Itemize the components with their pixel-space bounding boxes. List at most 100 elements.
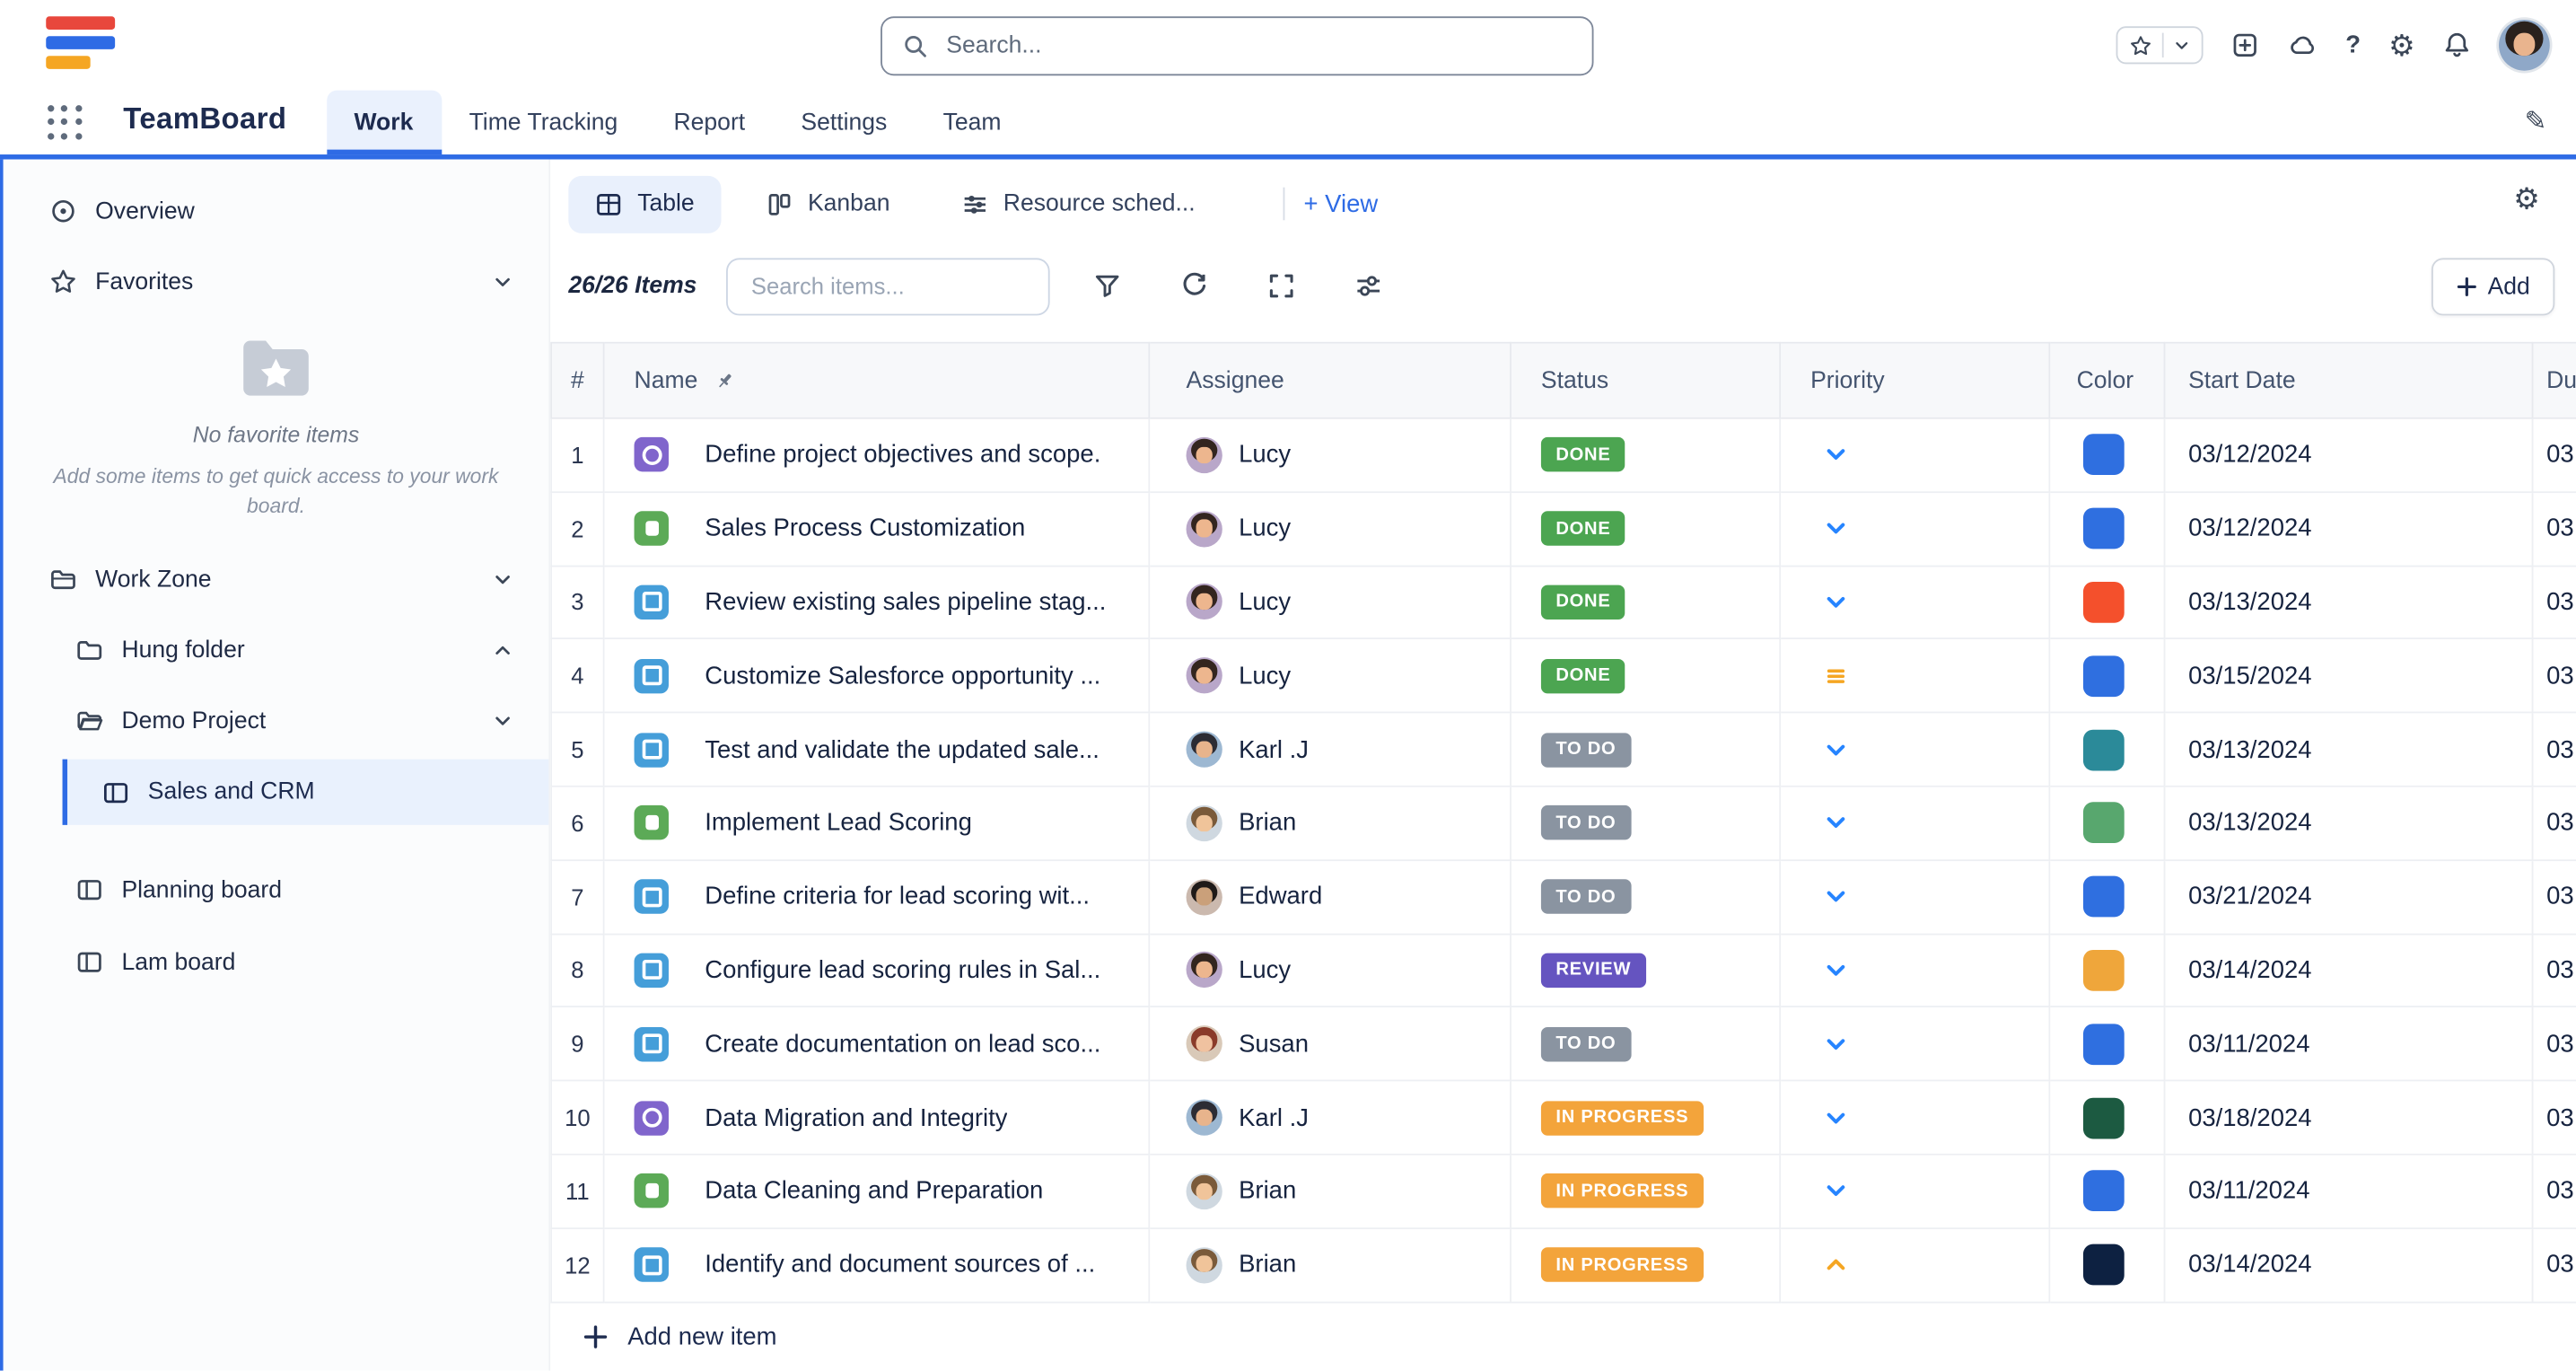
assignee-cell[interactable]: Lucy xyxy=(1150,493,1511,567)
due-date-cell[interactable]: 03 xyxy=(2533,861,2576,935)
color-cell[interactable] xyxy=(2050,935,2165,1008)
item-name-cell[interactable]: Configure lead scoring rules in Sal... xyxy=(605,935,1151,1008)
status-badge[interactable]: IN PROGRESS xyxy=(1541,1174,1704,1208)
priority-cell[interactable] xyxy=(1781,419,2050,493)
due-date-cell[interactable]: 03 xyxy=(2533,567,2576,640)
col-header-name[interactable]: Name xyxy=(605,342,1151,419)
start-date-cell[interactable]: 03/12/2024 xyxy=(2165,419,2533,493)
assignee-cell[interactable]: Brian xyxy=(1150,787,1511,861)
sidebar-item-lam-board[interactable]: Lam board xyxy=(4,934,549,991)
search-input[interactable] xyxy=(943,31,1573,61)
col-header-priority[interactable]: Priority xyxy=(1781,342,2050,419)
priority-medium-icon[interactable] xyxy=(1824,664,1848,688)
help-icon[interactable]: ? xyxy=(2345,31,2361,59)
start-date-cell[interactable]: 03/18/2024 xyxy=(2165,1082,2533,1156)
start-date-cell[interactable]: 03/11/2024 xyxy=(2165,1008,2533,1082)
priority-cell[interactable] xyxy=(1781,1008,2050,1082)
refresh-icon[interactable] xyxy=(1165,257,1224,316)
items-search[interactable] xyxy=(726,257,1050,314)
due-date-cell[interactable]: 03 xyxy=(2533,1082,2576,1156)
sidebar-item-hung-folder[interactable]: Hung folder xyxy=(4,621,549,679)
priority-cell[interactable] xyxy=(1781,935,2050,1008)
filter-icon[interactable] xyxy=(1078,257,1137,316)
assignee-cell[interactable]: Brian xyxy=(1150,1229,1511,1303)
board-settings-gear-icon[interactable]: ⚙ xyxy=(2513,182,2540,216)
status-cell[interactable]: IN PROGRESS xyxy=(1511,1156,1781,1229)
start-date-cell[interactable]: 03/11/2024 xyxy=(2165,1156,2533,1229)
apps-plus-icon[interactable] xyxy=(2230,31,2258,59)
due-date-cell[interactable]: 03 xyxy=(2533,1229,2576,1303)
table-row[interactable]: 11 Data Cleaning and Preparation Brian I… xyxy=(550,1156,2576,1229)
due-date-cell[interactable]: 03 xyxy=(2533,493,2576,567)
chevron-up-icon[interactable] xyxy=(493,640,513,660)
color-cell[interactable] xyxy=(2050,1229,2165,1303)
color-swatch[interactable] xyxy=(2083,950,2125,991)
start-date-cell[interactable]: 03/15/2024 xyxy=(2165,640,2533,714)
color-cell[interactable] xyxy=(2050,1082,2165,1156)
status-badge[interactable]: DONE xyxy=(1541,512,1625,546)
assignee-cell[interactable]: Brian xyxy=(1150,1156,1511,1229)
start-date-cell[interactable]: 03/12/2024 xyxy=(2165,493,2533,567)
due-date-cell[interactable]: 03 xyxy=(2533,1008,2576,1082)
assignee-cell[interactable]: Karl .J xyxy=(1150,1082,1511,1156)
start-date-cell[interactable]: 03/14/2024 xyxy=(2165,1229,2533,1303)
priority-chevron-down-icon[interactable] xyxy=(1824,811,1848,835)
assignee-cell[interactable]: Lucy xyxy=(1150,935,1511,1008)
status-cell[interactable]: TO DO xyxy=(1511,861,1781,935)
color-swatch[interactable] xyxy=(2083,729,2125,770)
view-tab-kanban[interactable]: Kanban xyxy=(739,175,916,233)
status-cell[interactable]: DONE xyxy=(1511,493,1781,567)
apps-grid-icon[interactable] xyxy=(48,105,82,139)
color-cell[interactable] xyxy=(2050,419,2165,493)
color-cell[interactable] xyxy=(2050,787,2165,861)
tab-settings[interactable]: Settings xyxy=(773,91,915,154)
color-cell[interactable] xyxy=(2050,714,2165,787)
item-name-cell[interactable]: Customize Salesforce opportunity ... xyxy=(605,640,1151,714)
priority-chevron-down-icon[interactable] xyxy=(1824,737,1848,761)
color-swatch[interactable] xyxy=(2083,876,2125,918)
status-cell[interactable]: TO DO xyxy=(1511,787,1781,861)
item-name-cell[interactable]: Review existing sales pipeline stag... xyxy=(605,567,1151,640)
status-cell[interactable]: REVIEW xyxy=(1511,935,1781,1008)
sidebar-item-work-zone[interactable]: Work Zone xyxy=(4,551,549,609)
item-name-cell[interactable]: Define criteria for lead scoring wit... xyxy=(605,861,1151,935)
column-settings-icon[interactable] xyxy=(1339,257,1398,316)
start-date-cell[interactable]: 03/14/2024 xyxy=(2165,935,2533,1008)
status-badge[interactable]: TO DO xyxy=(1541,733,1631,767)
color-swatch[interactable] xyxy=(2083,1097,2125,1138)
priority-cell[interactable] xyxy=(1781,1229,2050,1303)
status-badge[interactable]: TO DO xyxy=(1541,1027,1631,1061)
color-swatch[interactable] xyxy=(2083,655,2125,697)
item-name-cell[interactable]: Define project objectives and scope. xyxy=(605,419,1151,493)
table-row[interactable]: 10 Data Migration and Integrity Karl .J … xyxy=(550,1082,2576,1156)
priority-cell[interactable] xyxy=(1781,567,2050,640)
priority-chevron-down-icon[interactable] xyxy=(1824,1105,1848,1129)
table-row[interactable]: 9 Create documentation on lead sco... Su… xyxy=(550,1008,2576,1082)
status-cell[interactable]: TO DO xyxy=(1511,714,1781,787)
start-date-cell[interactable]: 03/13/2024 xyxy=(2165,787,2533,861)
priority-chevron-down-icon[interactable] xyxy=(1824,958,1848,982)
fullscreen-icon[interactable] xyxy=(1252,257,1311,316)
tab-time-tracking[interactable]: Time Tracking xyxy=(441,91,645,154)
status-badge[interactable]: IN PROGRESS xyxy=(1541,1101,1704,1135)
priority-chevron-down-icon[interactable] xyxy=(1824,516,1848,540)
sidebar-item-demo-project[interactable]: Demo Project xyxy=(4,692,549,750)
table-row[interactable]: 4 Customize Salesforce opportunity ... L… xyxy=(550,640,2576,714)
chevron-down-icon[interactable] xyxy=(493,570,513,590)
color-swatch[interactable] xyxy=(2083,508,2125,549)
color-cell[interactable] xyxy=(2050,1008,2165,1082)
view-tab-resource-scheduling[interactable]: Resource sched... xyxy=(934,175,1222,233)
color-cell[interactable] xyxy=(2050,567,2165,640)
status-cell[interactable]: IN PROGRESS xyxy=(1511,1082,1781,1156)
favorite-star-button[interactable] xyxy=(2116,26,2203,64)
status-badge[interactable]: DONE xyxy=(1541,585,1625,620)
tab-report[interactable]: Report xyxy=(645,91,773,154)
cloud-icon[interactable] xyxy=(2286,31,2318,59)
add-new-item-button[interactable]: Add new item xyxy=(550,1303,2576,1371)
view-tab-table[interactable]: Table xyxy=(568,175,721,233)
pin-icon[interactable] xyxy=(713,369,736,392)
status-badge[interactable]: DONE xyxy=(1541,659,1625,693)
status-cell[interactable]: TO DO xyxy=(1511,1008,1781,1082)
color-cell[interactable] xyxy=(2050,1156,2165,1229)
due-date-cell[interactable]: 03 xyxy=(2533,419,2576,493)
